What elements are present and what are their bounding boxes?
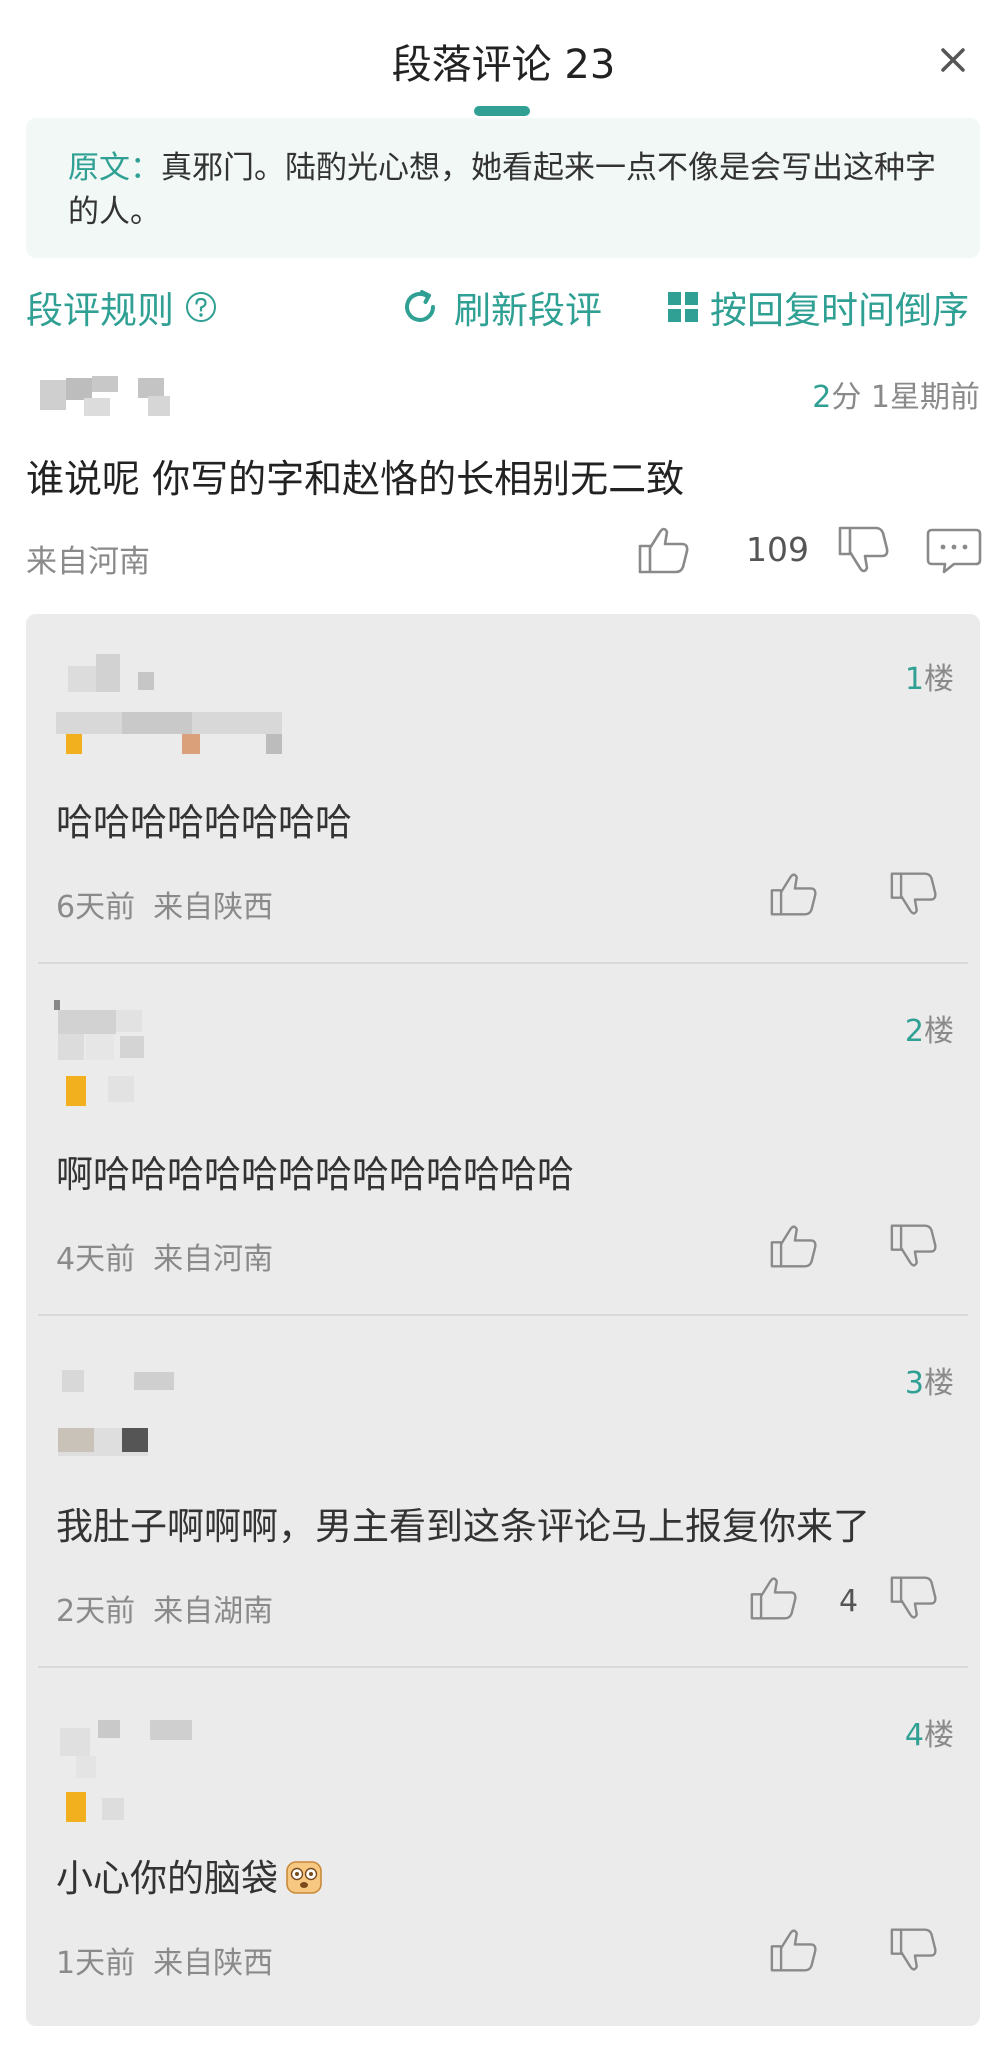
reply-divider: [38, 962, 968, 964]
reply-time: 4天前: [56, 1242, 136, 1277]
thumb-down-icon: [890, 1576, 937, 1619]
reply-text: 哈哈哈哈哈哈哈哈: [56, 801, 352, 844]
dislike-button[interactable]: [888, 1926, 940, 1978]
reply-meta: 2天前 来自湖南: [56, 1586, 273, 1630]
comment-text: 谁说呢 你写的字和赵恪的长相别无二致: [26, 457, 685, 501]
thumb-down-icon: [890, 1224, 937, 1267]
dislike-button[interactable]: [888, 1222, 940, 1274]
reply-meta: 4天前 来自河南: [56, 1234, 273, 1278]
time-number: 2: [812, 380, 832, 415]
replies-panel: 1楼 哈哈哈哈哈哈哈哈 6天前 来自陕西 2楼 啊哈哈哈哈哈哈哈哈哈哈哈哈哈 4…: [26, 614, 980, 2026]
comment-sheet: 段落评论 23 原文：真邪门。陆酌光心想，她看起来一点不像是会写出这种字的人。 …: [0, 0, 1007, 2066]
reply-location: 来自湖南: [153, 1594, 274, 1629]
reply-item: 3楼 我肚子啊啊啊，男主看到这条评论马上报复你来了 2天前 来自湖南 4: [26, 1318, 980, 1668]
emoji-icon: [286, 1861, 322, 1894]
like-button[interactable]: [768, 1222, 820, 1274]
thumb-down-icon: [838, 526, 889, 573]
dislike-button[interactable]: [888, 870, 940, 922]
comment-toolbar: 段评规则 刷新段评 按回复时间倒序: [26, 280, 980, 332]
reply-avatar[interactable]: [52, 1710, 212, 1830]
thumb-up-icon: [638, 527, 689, 574]
title-indicator: [474, 106, 530, 116]
close-icon: [941, 48, 965, 72]
rules-link[interactable]: 段评规则: [26, 280, 218, 334]
reply-time: 6天前: [56, 890, 136, 925]
sheet-title: 段落评论 23: [391, 42, 616, 88]
reply-time: 2天前: [56, 1594, 136, 1629]
reply-location: 来自陕西: [153, 1946, 274, 1981]
comment-bubble-icon: [926, 528, 982, 574]
floor-number: 2楼: [904, 1014, 954, 1049]
reply-item: 1楼 哈哈哈哈哈哈哈哈 6天前 来自陕西: [26, 614, 980, 964]
comment-actions: 109: [626, 520, 982, 580]
reply-avatar[interactable]: [52, 1362, 212, 1482]
question-circle-icon: [186, 292, 216, 322]
floor-number: 4楼: [904, 1718, 954, 1753]
reply-location: 来自陕西: [153, 890, 274, 925]
close-button[interactable]: [931, 38, 975, 82]
like-button[interactable]: [768, 1926, 820, 1978]
time-text: 分 1星期前: [831, 380, 980, 415]
thumb-up-icon: [770, 1225, 817, 1268]
sheet-header: 段落评论 23: [0, 30, 1007, 100]
reply-text: 我肚子啊啊啊，男主看到这条评论马上报复你来了: [56, 1505, 870, 1548]
original-text-box: 原文：真邪门。陆酌光心想，她看起来一点不像是会写出这种字的人。: [26, 118, 980, 258]
thumb-up-icon: [750, 1577, 797, 1620]
reply-meta: 6天前 来自陕西: [56, 882, 273, 926]
rules-label: 段评规则: [26, 289, 174, 332]
original-text-label: 原文：: [68, 150, 161, 186]
sort-button[interactable]: 按回复时间倒序: [666, 280, 969, 334]
reply-divider: [38, 1666, 968, 1668]
refresh-label: 刷新段评: [454, 289, 602, 332]
reply-location: 来自河南: [153, 1242, 274, 1277]
dislike-button[interactable]: [836, 524, 892, 580]
reply-divider: [38, 1314, 968, 1316]
reply-text: 小心你的脑袋: [56, 1848, 324, 1902]
comment-location: 来自河南: [26, 544, 150, 580]
reply-item: 4楼 小心你的脑袋 1天前 来自陕西: [26, 1670, 980, 2020]
reply-time: 1天前: [56, 1946, 136, 1981]
avatar[interactable]: [26, 370, 206, 422]
floor-number: 1楼: [904, 662, 954, 697]
like-button[interactable]: [636, 524, 692, 580]
like-count: 109: [746, 530, 809, 569]
thumb-up-icon: [770, 873, 817, 916]
comment-time: 2分 1星期前: [812, 372, 980, 416]
grid-sort-icon: [668, 292, 698, 322]
reply-text-content: 小心你的脑袋: [56, 1857, 278, 1900]
thumb-down-icon: [890, 872, 937, 915]
dislike-button[interactable]: [888, 1574, 940, 1626]
reply-meta: 1天前 来自陕西: [56, 1938, 273, 1982]
refresh-button[interactable]: 刷新段评: [400, 280, 602, 334]
reply-avatar[interactable]: [52, 1000, 212, 1120]
reply-avatar[interactable]: [52, 654, 312, 774]
like-button[interactable]: [748, 1574, 800, 1626]
refresh-icon: [405, 290, 435, 322]
sort-label: 按回复时间倒序: [710, 289, 969, 332]
original-text: 真邪门。陆酌光心想，她看起来一点不像是会写出这种字的人。: [68, 150, 936, 230]
thumb-up-icon: [770, 1929, 817, 1972]
like-button[interactable]: [768, 870, 820, 922]
floor-number: 3楼: [904, 1366, 954, 1401]
thumb-down-icon: [890, 1928, 937, 1971]
like-count: 4: [839, 1584, 859, 1619]
reply-text: 啊哈哈哈哈哈哈哈哈哈哈哈哈哈: [56, 1153, 574, 1196]
reply-item: 2楼 啊哈哈哈哈哈哈哈哈哈哈哈哈哈 4天前 来自河南: [26, 966, 980, 1316]
